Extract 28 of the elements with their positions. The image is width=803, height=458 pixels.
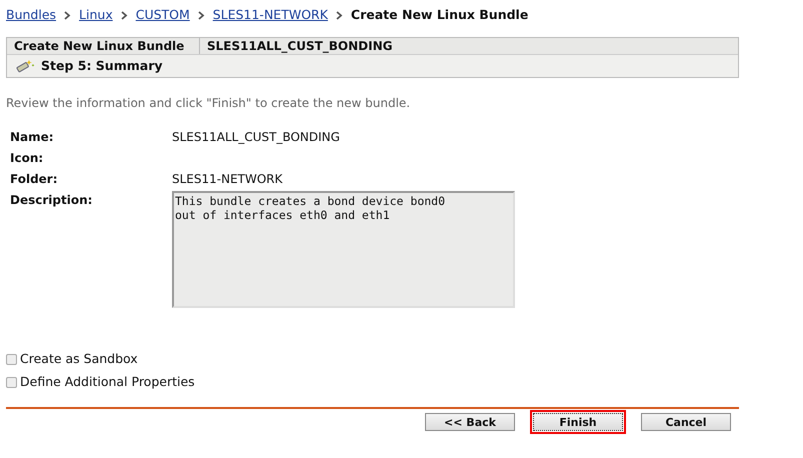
breadcrumb-link[interactable]: SLES11-NETWORK <box>212 6 328 24</box>
cancel-button[interactable]: Cancel <box>641 413 731 431</box>
description-field[interactable]: This bundle creates a bond device bond0 out of interfaces eth0 and eth1 <box>172 191 515 308</box>
field-label: Folder: <box>9 171 59 188</box>
field-label: Name: <box>9 129 55 146</box>
bundle-name: SLES11ALL_CUST_BONDING <box>206 38 394 54</box>
chevron-icon <box>64 10 72 20</box>
breadcrumb-link[interactable]: Bundles <box>6 6 56 24</box>
back-button[interactable]: << Back <box>425 413 515 431</box>
chevron-icon <box>120 10 128 20</box>
checkbox-label: Define Additional Properties <box>20 373 195 392</box>
field-label: Description: <box>9 192 94 209</box>
field-value: SLES11ALL_CUST_BONDING <box>172 129 340 146</box>
chevron-icon <box>336 10 343 20</box>
chevron-icon <box>198 10 205 20</box>
finish-button[interactable]: Finish <box>533 413 623 431</box>
checkbox[interactable] <box>6 377 17 388</box>
breadcrumb-link[interactable]: CUSTOM <box>136 6 190 24</box>
field-label: Icon: <box>9 150 44 167</box>
header-title: Create New Linux Bundle <box>7 38 200 54</box>
field-value: SLES11-NETWORK <box>172 171 283 188</box>
checkbox-label: Create as Sandbox <box>20 350 138 368</box>
wand-icon <box>15 58 35 74</box>
breadcrumb-link[interactable]: Linux <box>79 6 113 24</box>
step-title: Step 5: Summary <box>41 56 163 75</box>
breadcrumb-current: Create New Linux Bundle <box>350 6 528 24</box>
checkbox[interactable] <box>6 354 17 365</box>
intro-text: Review the information and click "Finish" to create the new bundle. <box>6 95 412 112</box>
